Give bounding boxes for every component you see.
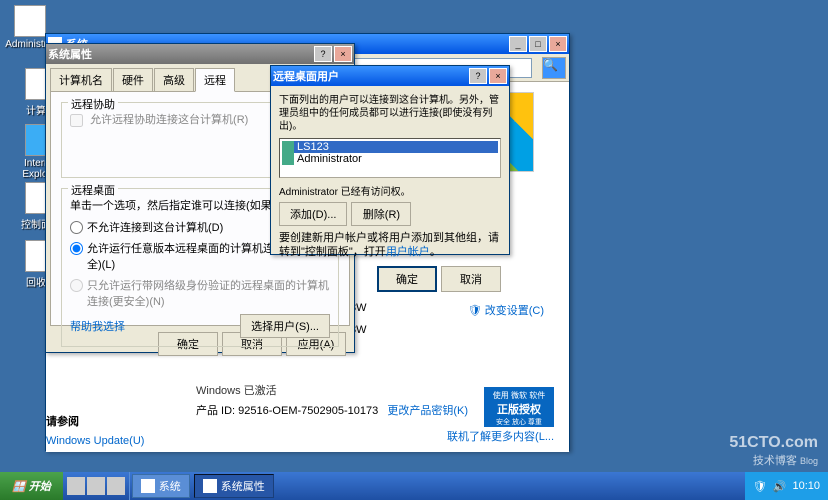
change-settings-link[interactable]: 🛡 改变设置(C) xyxy=(468,302,544,318)
radio-nla-only xyxy=(70,279,83,292)
quick-launch xyxy=(63,472,130,500)
system-tray[interactable]: 🛡 🔊 10:10 xyxy=(745,472,828,500)
search-button[interactable]: 🔍 xyxy=(542,57,566,79)
remove-user-button[interactable]: 删除(R) xyxy=(351,202,411,226)
ql-explorer-icon[interactable] xyxy=(87,477,105,495)
assist-checkbox-label: 允许远程协助连接这台计算机(R) xyxy=(70,114,248,126)
cancel-button[interactable]: 取消 xyxy=(441,266,501,292)
radio-any-version[interactable] xyxy=(70,242,83,255)
tab-computername[interactable]: 计算机名 xyxy=(50,68,112,91)
ql-desktop-icon[interactable] xyxy=(67,477,85,495)
tray-icon[interactable]: 🛡 xyxy=(753,480,767,493)
user-icon xyxy=(282,141,294,153)
user-accounts-link[interactable]: 用户帐户 xyxy=(386,246,430,258)
tab-remote[interactable]: 远程 xyxy=(195,68,235,92)
select-users-button[interactable]: 选择用户(S)... xyxy=(240,314,330,338)
close-button[interactable]: × xyxy=(489,68,507,84)
ok-button[interactable]: 确定 xyxy=(377,266,437,292)
ql-ie-icon[interactable] xyxy=(107,477,125,495)
close-button[interactable]: × xyxy=(549,36,567,52)
close-button[interactable]: × xyxy=(334,46,352,62)
windows-update-link[interactable]: Windows Update(U) xyxy=(46,435,144,447)
learn-more-link[interactable]: 联机了解更多内容(L... xyxy=(447,428,554,444)
add-user-button[interactable]: 添加(D)... xyxy=(279,202,347,226)
remote-users-dialog: 远程桌面用户 ? × 下面列出的用户可以连接到这台计算机。另外，管理员组中的任何… xyxy=(270,65,510,255)
start-button[interactable]: 🪟 开始 xyxy=(0,472,63,500)
help-button[interactable]: ? xyxy=(314,46,332,62)
maximize-button[interactable]: □ xyxy=(529,36,547,52)
taskbar-item-properties[interactable]: 系统属性 xyxy=(194,474,274,498)
assist-checkbox xyxy=(70,114,83,127)
watermark: 51CTO.com 技术博客 Blog xyxy=(729,434,818,468)
taskbar: 🪟 开始 系统 系统属性 🛡 🔊 10:10 xyxy=(0,472,828,500)
user-item[interactable]: LS123 xyxy=(282,141,498,153)
user-icon xyxy=(282,153,294,165)
taskbar-item-system[interactable]: 系统 xyxy=(132,474,190,498)
folder-icon xyxy=(14,5,46,37)
tab-advanced[interactable]: 高级 xyxy=(154,68,194,91)
minimize-button[interactable]: _ xyxy=(509,36,527,52)
user-item[interactable]: Administrator xyxy=(282,153,498,165)
help-button[interactable]: ? xyxy=(469,68,487,84)
user-list[interactable]: LS123 Administrator xyxy=(279,138,501,178)
window-icon xyxy=(203,479,217,493)
properties-titlebar[interactable]: 系统属性 ? × xyxy=(46,44,354,64)
radio-no-connect[interactable] xyxy=(70,221,83,234)
help-choose-link[interactable]: 帮助我选择 xyxy=(70,318,125,334)
change-key-link[interactable]: 更改产品密钥(K) xyxy=(387,405,468,417)
remote-users-titlebar[interactable]: 远程桌面用户 ? × xyxy=(271,66,509,86)
tray-icon[interactable]: 🔊 xyxy=(773,480,787,493)
genuine-badge: 使用 微软 软件 正版授权 安全 放心 尊重 xyxy=(484,387,554,427)
window-icon xyxy=(141,479,155,493)
tab-hardware[interactable]: 硬件 xyxy=(113,68,153,91)
clock[interactable]: 10:10 xyxy=(792,480,820,492)
